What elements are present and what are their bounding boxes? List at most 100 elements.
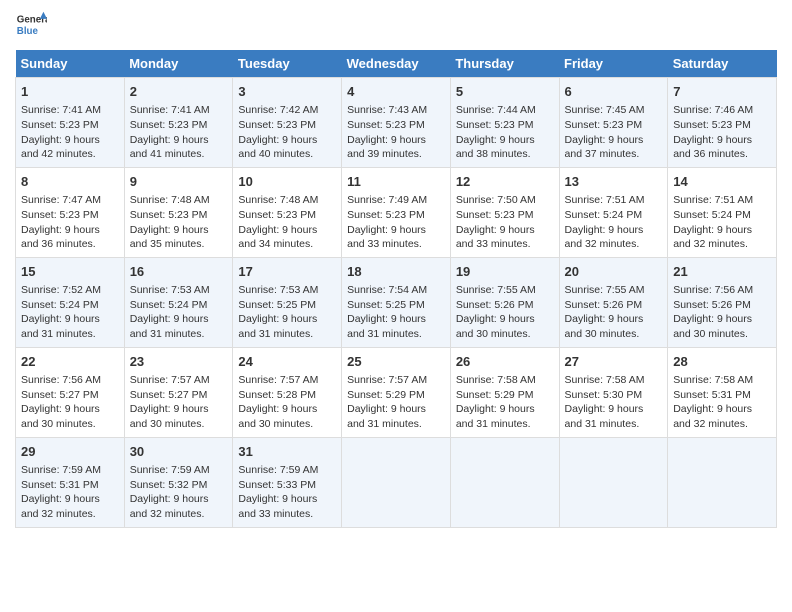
- cell-text: Sunset: 5:27 PM: [130, 388, 228, 403]
- cell-text: Sunrise: 7:58 AM: [565, 373, 663, 388]
- svg-text:Blue: Blue: [17, 26, 39, 37]
- cell-text: Sunset: 5:31 PM: [21, 478, 119, 493]
- cell-text: Sunrise: 7:59 AM: [238, 463, 336, 478]
- cell-text: Daylight: 9 hours: [565, 223, 663, 238]
- cell-text: Sunset: 5:28 PM: [238, 388, 336, 403]
- day-number: 26: [456, 353, 554, 371]
- cell-text: Daylight: 9 hours: [238, 312, 336, 327]
- cell-text: Sunset: 5:25 PM: [238, 298, 336, 313]
- cell-text: and 30 minutes.: [130, 417, 228, 432]
- calendar-cell: 7Sunrise: 7:46 AMSunset: 5:23 PMDaylight…: [668, 78, 777, 168]
- cell-text: Sunrise: 7:41 AM: [21, 103, 119, 118]
- calendar-cell: 2Sunrise: 7:41 AMSunset: 5:23 PMDaylight…: [124, 78, 233, 168]
- weekday-header-sunday: Sunday: [16, 50, 125, 78]
- calendar-cell: 20Sunrise: 7:55 AMSunset: 5:26 PMDayligh…: [559, 257, 668, 347]
- cell-text: Sunrise: 7:52 AM: [21, 283, 119, 298]
- cell-text: Sunset: 5:24 PM: [21, 298, 119, 313]
- cell-text: Sunrise: 7:50 AM: [456, 193, 554, 208]
- calendar-cell: 17Sunrise: 7:53 AMSunset: 5:25 PMDayligh…: [233, 257, 342, 347]
- calendar-cell: 14Sunrise: 7:51 AMSunset: 5:24 PMDayligh…: [668, 167, 777, 257]
- cell-text: Daylight: 9 hours: [673, 133, 771, 148]
- day-number: 29: [21, 443, 119, 461]
- cell-text: and 32 minutes.: [130, 507, 228, 522]
- cell-text: Daylight: 9 hours: [456, 402, 554, 417]
- cell-text: Sunrise: 7:53 AM: [130, 283, 228, 298]
- cell-text: Sunrise: 7:59 AM: [130, 463, 228, 478]
- cell-text: Sunset: 5:23 PM: [21, 118, 119, 133]
- week-row-5: 29 Sunrise: 7:59 AM Sunset: 5:31 PM Dayligh…: [16, 437, 777, 527]
- day-number: 10: [238, 173, 336, 191]
- cell-text: Daylight: 9 hours: [238, 133, 336, 148]
- cell-text: Sunrise: 7:48 AM: [238, 193, 336, 208]
- cell-text: and 31 minutes.: [347, 327, 445, 342]
- cell-text: Sunrise: 7:45 AM: [565, 103, 663, 118]
- cell-text: Daylight: 9 hours: [347, 133, 445, 148]
- cell-text: Sunset: 5:32 PM: [130, 478, 228, 493]
- week-row-4: 22Sunrise: 7:56 AMSunset: 5:27 PMDayligh…: [16, 347, 777, 437]
- cell-text: Daylight: 9 hours: [673, 402, 771, 417]
- day-number: 24: [238, 353, 336, 371]
- cell-text: Sunset: 5:33 PM: [238, 478, 336, 493]
- calendar-cell: 18Sunrise: 7:54 AMSunset: 5:25 PMDayligh…: [342, 257, 451, 347]
- cell-text: and 36 minutes.: [673, 147, 771, 162]
- cell-text: Sunset: 5:23 PM: [347, 208, 445, 223]
- cell-text: Daylight: 9 hours: [130, 312, 228, 327]
- day-number: 2: [130, 83, 228, 101]
- calendar-cell: 23Sunrise: 7:57 AMSunset: 5:27 PMDayligh…: [124, 347, 233, 437]
- cell-text: Sunset: 5:23 PM: [565, 118, 663, 133]
- cell-text: Daylight: 9 hours: [130, 492, 228, 507]
- cell-text: and 33 minutes.: [238, 507, 336, 522]
- cell-text: and 37 minutes.: [565, 147, 663, 162]
- day-number: 13: [565, 173, 663, 191]
- day-number: 9: [130, 173, 228, 191]
- cell-text: Sunrise: 7:51 AM: [673, 193, 771, 208]
- cell-text: Sunrise: 7:56 AM: [21, 373, 119, 388]
- cell-text: Sunrise: 7:43 AM: [347, 103, 445, 118]
- day-number: 20: [565, 263, 663, 281]
- weekday-header-tuesday: Tuesday: [233, 50, 342, 78]
- cell-text: Sunset: 5:23 PM: [673, 118, 771, 133]
- cell-text: Sunset: 5:23 PM: [456, 208, 554, 223]
- logo: General Blue: [15, 10, 47, 42]
- day-number: 7: [673, 83, 771, 101]
- cell-text: Sunrise: 7:55 AM: [565, 283, 663, 298]
- cell-text: and 30 minutes.: [673, 327, 771, 342]
- cell-text: Daylight: 9 hours: [21, 402, 119, 417]
- cell-text: Sunset: 5:29 PM: [347, 388, 445, 403]
- cell-text: Daylight: 9 hours: [565, 133, 663, 148]
- cell-text: Sunset: 5:26 PM: [673, 298, 771, 313]
- calendar-cell: 24Sunrise: 7:57 AMSunset: 5:28 PMDayligh…: [233, 347, 342, 437]
- cell-text: Sunrise: 7:56 AM: [673, 283, 771, 298]
- cell-text: and 30 minutes.: [21, 417, 119, 432]
- cell-text: and 32 minutes.: [673, 237, 771, 252]
- day-number: 16: [130, 263, 228, 281]
- day-number: 27: [565, 353, 663, 371]
- cell-text: and 31 minutes.: [347, 417, 445, 432]
- cell-text: and 36 minutes.: [21, 237, 119, 252]
- weekday-header-saturday: Saturday: [668, 50, 777, 78]
- calendar-cell: 3Sunrise: 7:42 AMSunset: 5:23 PMDaylight…: [233, 78, 342, 168]
- cell-text: Sunset: 5:23 PM: [130, 208, 228, 223]
- cell-text: and 31 minutes.: [238, 327, 336, 342]
- cell-text: Sunset: 5:23 PM: [238, 208, 336, 223]
- day-number: 11: [347, 173, 445, 191]
- logo-icon: General Blue: [15, 10, 47, 42]
- day-number: 31: [238, 443, 336, 461]
- calendar-cell: 25Sunrise: 7:57 AMSunset: 5:29 PMDayligh…: [342, 347, 451, 437]
- weekday-header-thursday: Thursday: [450, 50, 559, 78]
- day-number: 12: [456, 173, 554, 191]
- cell-text: and 34 minutes.: [238, 237, 336, 252]
- calendar-cell: 13Sunrise: 7:51 AMSunset: 5:24 PMDayligh…: [559, 167, 668, 257]
- day-number: 17: [238, 263, 336, 281]
- cell-text: Sunrise: 7:41 AM: [130, 103, 228, 118]
- cell-text: Daylight: 9 hours: [130, 223, 228, 238]
- calendar-cell: 15Sunrise: 7:52 AMSunset: 5:24 PMDayligh…: [16, 257, 125, 347]
- day-number: 8: [21, 173, 119, 191]
- cell-text: and 32 minutes.: [673, 417, 771, 432]
- cell-text: Daylight: 9 hours: [238, 492, 336, 507]
- cell-text: and 30 minutes.: [238, 417, 336, 432]
- cell-text: and 38 minutes.: [456, 147, 554, 162]
- cell-text: Daylight: 9 hours: [347, 312, 445, 327]
- cell-text: and 32 minutes.: [565, 237, 663, 252]
- cell-text: and 40 minutes.: [238, 147, 336, 162]
